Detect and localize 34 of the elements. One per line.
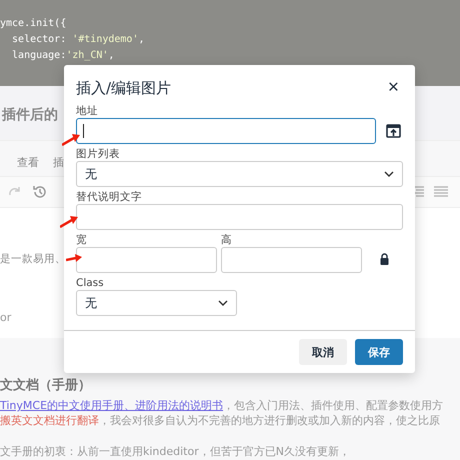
- lock-icon[interactable]: [380, 253, 389, 265]
- annotation-arrow-icon: [66, 254, 82, 262]
- field-label: 地址: [76, 105, 99, 118]
- field-label: 宽: [76, 234, 88, 247]
- highlight-text: 搬英文文档进行翻译: [0, 414, 99, 427]
- section-title: 文文档（手册）: [0, 376, 91, 395]
- paragraph-text: 文手册的初衷：从前一直使用kindeditor，但苦于官方已N久没有更新，: [0, 444, 350, 459]
- code-line: language:'zh_CN',: [11, 49, 116, 63]
- select-field[interactable]: 无: [76, 290, 237, 316]
- editor-text: 是一款易用、: [0, 252, 66, 266]
- justify-icon[interactable]: [434, 186, 448, 198]
- save-button[interactable]: 保存: [355, 339, 403, 365]
- upload-icon[interactable]: [386, 124, 401, 138]
- chevron-down-icon: [384, 171, 394, 177]
- editor-text: or: [0, 311, 12, 324]
- field-label: 高: [221, 234, 233, 247]
- chevron-down-icon: [218, 300, 228, 306]
- alt-text-field[interactable]: [76, 204, 403, 230]
- field-label: Class: [76, 277, 105, 290]
- code-line: selector: '#tinydemo',: [11, 33, 146, 47]
- history-icon[interactable]: [32, 184, 48, 200]
- url-field[interactable]: [76, 118, 376, 144]
- field-label: 替代说明文字: [76, 191, 143, 204]
- paragraph-text: ，包含入门用法、插件使用、配置参数使用方: [223, 399, 444, 412]
- doc-link[interactable]: TinyMCE的中文使用手册、进阶用法的说明书: [0, 399, 224, 412]
- annotation-arrow-icon: [60, 216, 78, 228]
- height-field[interactable]: [221, 247, 362, 273]
- code-line: ymce.init({: [0, 17, 68, 31]
- cancel-button[interactable]: 取消: [299, 339, 347, 365]
- field-label: 图片列表: [76, 148, 121, 161]
- paragraph-text: ，我会对很多自认为不完善的地方进行删改或加入新的内容，使之比原: [99, 414, 440, 427]
- select-field[interactable]: 无: [76, 161, 403, 187]
- annotation-arrow-icon: [62, 134, 80, 146]
- width-field[interactable]: [76, 247, 217, 273]
